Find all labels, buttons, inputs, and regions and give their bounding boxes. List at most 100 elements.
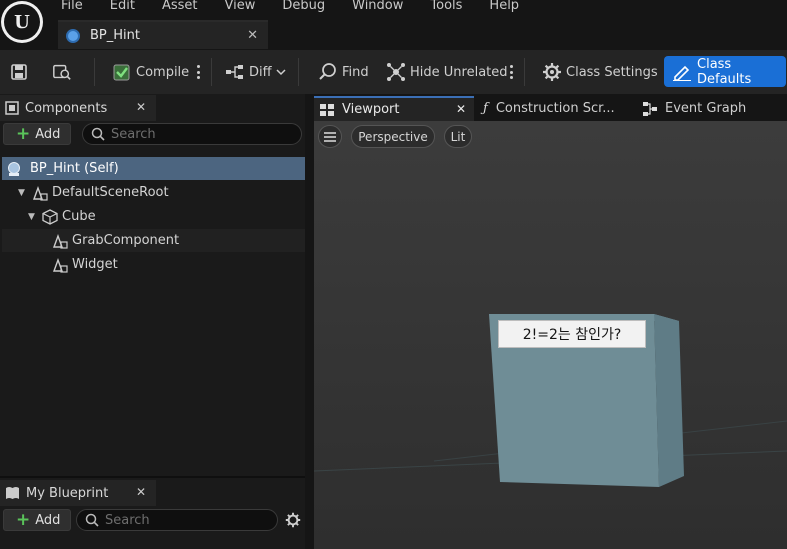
my-blueprint-search[interactable] <box>76 509 278 531</box>
expand-arrow-icon[interactable]: ▼ <box>18 188 28 198</box>
title-bar: U File Edit Asset View Debug Window Tool… <box>0 0 787 50</box>
close-icon[interactable]: ✕ <box>136 485 146 499</box>
hide-unrelated-icon <box>386 62 406 82</box>
lit-label: Lit <box>450 129 466 144</box>
lit-button[interactable]: Lit <box>444 125 472 148</box>
find-button[interactable]: Find <box>318 50 369 94</box>
compile-options-icon[interactable] <box>195 62 201 82</box>
menu-bar: File Edit Asset View Debug Window Tools … <box>61 0 546 13</box>
hamburger-icon <box>324 131 336 142</box>
tree-item-self[interactable]: BP_Hint (Self) <box>2 157 305 180</box>
edit-pencil-icon <box>672 63 692 81</box>
tab-event-graph[interactable]: Event Graph <box>643 96 783 121</box>
editor-tabs: Viewport ✕ ƒ Construction Scr... Event G… <box>311 94 787 121</box>
components-title: Components <box>25 100 108 116</box>
hide-unrelated-label: Hide Unrelated <box>410 64 508 80</box>
tree-item-grabcomponent[interactable]: GrabComponent <box>2 229 305 252</box>
left-panel: Components ✕ + Add BP_Hint (Self) ▼ Defa… <box>0 94 311 549</box>
toolbar-divider <box>524 58 525 86</box>
components-search[interactable] <box>82 123 302 145</box>
hint-widget-text: 2!=2는 참인가? <box>522 327 622 343</box>
browse-button[interactable] <box>52 50 76 94</box>
components-search-input[interactable] <box>111 126 281 142</box>
compile-success-icon <box>112 62 132 82</box>
tab-event-graph-label: Event Graph <box>665 101 747 116</box>
gear-icon[interactable] <box>285 512 301 528</box>
menu-tools[interactable]: Tools <box>430 0 462 13</box>
diff-button[interactable]: Diff <box>225 50 286 94</box>
menu-debug[interactable]: Debug <box>282 0 325 13</box>
menu-window[interactable]: Window <box>352 0 403 13</box>
blueprint-icon <box>66 28 80 43</box>
toolbar-divider <box>94 58 95 86</box>
scene-component-icon <box>32 185 48 201</box>
scene-component-icon <box>52 233 68 249</box>
components-tab[interactable]: Components ✕ <box>0 95 156 121</box>
chevron-down-icon <box>276 65 286 80</box>
asset-tab[interactable]: BP_Hint ✕ <box>58 20 268 49</box>
tree-item-defaultsceneroot[interactable]: ▼ DefaultSceneRoot <box>2 181 305 204</box>
gear-icon <box>542 62 562 82</box>
plus-icon: + <box>16 509 31 530</box>
function-icon: ƒ <box>483 101 488 116</box>
tree-item-label: DefaultSceneRoot <box>52 185 169 200</box>
close-icon[interactable]: ✕ <box>247 28 258 43</box>
viewport-icon <box>320 103 334 116</box>
perspective-button[interactable]: Perspective <box>351 125 435 148</box>
toolbar: Compile Diff Find Hide Unrelated Class S… <box>0 50 787 94</box>
book-icon <box>5 486 20 500</box>
add-label: Add <box>35 126 61 142</box>
tree-item-widget[interactable]: Widget <box>2 253 305 276</box>
add-component-button[interactable]: + Add <box>3 123 71 145</box>
menu-edit[interactable]: Edit <box>110 0 135 13</box>
expand-arrow-icon[interactable]: ▼ <box>28 212 38 222</box>
browse-icon <box>52 62 72 82</box>
hide-unrelated-options-icon[interactable] <box>508 62 514 82</box>
scene-component-icon <box>52 257 68 273</box>
asset-tab-label: BP_Hint <box>90 28 140 43</box>
add-blueprint-item-button[interactable]: + Add <box>3 509 71 531</box>
tree-item-label: BP_Hint (Self) <box>30 161 119 176</box>
panel-splitter[interactable] <box>305 94 313 549</box>
find-icon <box>318 62 338 82</box>
close-icon[interactable]: ✕ <box>136 100 146 114</box>
diff-label: Diff <box>249 64 272 80</box>
close-icon[interactable]: ✕ <box>456 102 466 116</box>
tab-construction-script[interactable]: ƒ Construction Scr... <box>483 96 633 121</box>
my-blueprint-title: My Blueprint <box>26 485 109 501</box>
menu-help[interactable]: Help <box>489 0 519 13</box>
menu-view[interactable]: View <box>225 0 256 13</box>
search-icon <box>85 513 99 527</box>
toolbar-divider <box>298 58 299 86</box>
add-label: Add <box>35 512 61 528</box>
hide-unrelated-button[interactable]: Hide Unrelated <box>386 50 508 94</box>
class-defaults-label: Class Defaults <box>697 56 752 87</box>
menu-asset[interactable]: Asset <box>162 0 198 13</box>
diff-icon <box>225 62 245 82</box>
tree-item-label: Cube <box>62 209 96 224</box>
viewport-menu-button[interactable] <box>318 125 342 148</box>
tab-viewport[interactable]: Viewport ✕ <box>314 96 474 121</box>
unreal-logo-icon[interactable]: U <box>1 1 43 43</box>
tree-item-label: GrabComponent <box>72 233 180 248</box>
search-icon <box>91 127 105 141</box>
cube-side <box>654 314 684 487</box>
event-graph-icon <box>643 101 657 116</box>
tree-item-label: Widget <box>72 257 118 272</box>
compile-button[interactable]: Compile <box>112 50 189 94</box>
tree-item-cube[interactable]: ▼ Cube <box>2 205 305 228</box>
class-settings-button[interactable]: Class Settings <box>542 50 658 94</box>
save-button[interactable] <box>9 50 33 94</box>
my-blueprint-search-input[interactable] <box>105 512 275 528</box>
toolbar-divider <box>211 58 212 86</box>
my-blueprint-tab[interactable]: My Blueprint ✕ <box>0 480 156 506</box>
perspective-label: Perspective <box>358 129 428 144</box>
viewport[interactable]: Perspective Lit 2!=2는 참인가? <box>314 121 787 549</box>
hint-widget: 2!=2는 참인가? <box>498 320 646 348</box>
blueprint-icon <box>6 161 22 177</box>
class-defaults-button[interactable]: Class Defaults <box>664 56 786 87</box>
components-icon <box>5 101 19 115</box>
class-settings-label: Class Settings <box>566 64 658 80</box>
find-label: Find <box>342 64 369 80</box>
menu-file[interactable]: File <box>61 0 83 13</box>
